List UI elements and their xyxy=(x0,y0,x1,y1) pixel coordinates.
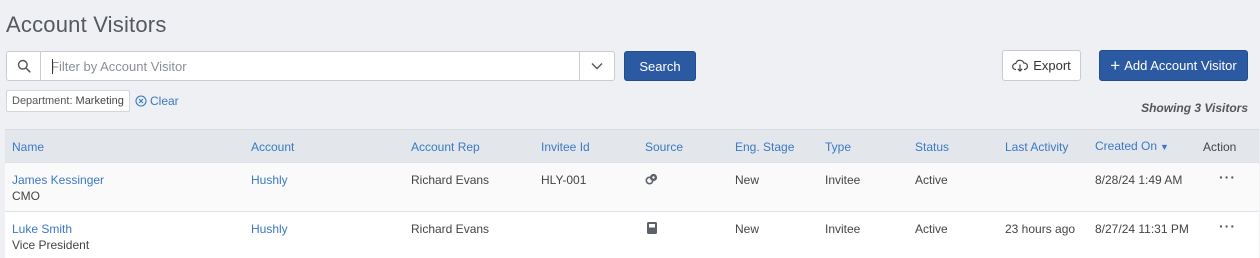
visitor-name-link[interactable]: James Kessinger xyxy=(12,173,104,187)
column-header-account[interactable]: Account xyxy=(251,140,294,154)
status: Active xyxy=(915,173,948,187)
chevron-down-icon xyxy=(591,63,603,70)
search-dropdown-toggle[interactable] xyxy=(579,52,614,80)
column-header-name[interactable]: Name xyxy=(12,140,44,154)
integration-icon xyxy=(645,172,659,189)
form-icon xyxy=(646,221,658,238)
filter-value: Marketing xyxy=(75,95,124,107)
row-actions-button[interactable]: ··· xyxy=(1219,218,1236,234)
visitor-type: Invitee xyxy=(825,222,861,236)
column-header-eng-stage[interactable]: Eng. Stage xyxy=(735,140,794,154)
clear-label: Clear xyxy=(150,94,179,108)
column-header-type[interactable]: Type xyxy=(825,140,851,154)
account-rep: Richard Evans xyxy=(411,173,490,187)
search-icon[interactable] xyxy=(7,52,41,80)
page-title: Account Visitors xyxy=(6,12,167,37)
account-visitors-page: Account Visitors Search Export + Add Acc… xyxy=(0,0,1260,258)
eng-stage: New xyxy=(735,222,760,236)
table-header: Name Account Account Rep Invitee Id Sour… xyxy=(5,129,1259,162)
filter-chip-department: Department: Marketing xyxy=(6,90,130,112)
add-button-label: Add Account Visitor xyxy=(1124,58,1237,73)
visitor-title: CMO xyxy=(12,189,40,203)
status: Active xyxy=(915,222,948,236)
table-row: James Kessinger CMO Hushly Richard Evans… xyxy=(5,162,1259,211)
invitee-id: HLY-001 xyxy=(541,173,587,187)
search-button[interactable]: Search xyxy=(624,51,696,81)
eng-stage: New xyxy=(735,173,760,187)
sort-desc-icon: ▼ xyxy=(1160,142,1169,152)
column-header-account-rep[interactable]: Account Rep xyxy=(411,140,480,154)
cloud-download-icon xyxy=(1012,59,1029,72)
export-button[interactable]: Export xyxy=(1002,50,1081,81)
plus-icon: + xyxy=(1110,56,1121,75)
visitor-title: Vice President xyxy=(12,238,90,252)
search-input[interactable] xyxy=(41,52,579,80)
column-header-last-activity[interactable]: Last Activity xyxy=(1005,140,1068,154)
export-label: Export xyxy=(1033,58,1071,73)
row-actions-button[interactable]: ··· xyxy=(1219,169,1236,185)
account-link[interactable]: Hushly xyxy=(251,173,288,187)
visitor-name-link[interactable]: Luke Smith xyxy=(12,222,72,236)
column-header-action: Action xyxy=(1203,140,1237,154)
add-account-visitor-button[interactable]: + Add Account Visitor xyxy=(1099,50,1248,81)
account-rep: Richard Evans xyxy=(411,222,490,236)
table-row: Luke Smith Vice President Hushly Richard… xyxy=(5,211,1259,258)
visitors-table: Name Account Account Rep Invitee Id Sour… xyxy=(5,129,1259,258)
account-link[interactable]: Hushly xyxy=(251,222,288,236)
column-header-source[interactable]: Source xyxy=(645,140,683,154)
text-caret xyxy=(52,59,53,74)
column-header-invitee-id[interactable]: Invitee Id xyxy=(541,140,590,154)
clear-filter-link[interactable]: Clear xyxy=(135,94,179,108)
created-on: 8/28/24 1:49 AM xyxy=(1095,173,1183,187)
created-on: 8/27/24 11:31 PM xyxy=(1095,222,1189,236)
result-count: Showing 3 Visitors xyxy=(1141,101,1248,115)
last-activity: 23 hours ago xyxy=(1005,222,1076,236)
filter-key: Department: xyxy=(12,95,73,107)
visitor-type: Invitee xyxy=(825,173,861,187)
clear-circle-icon xyxy=(135,95,147,107)
created-on-label: Created On xyxy=(1095,139,1158,153)
column-header-created-on[interactable]: Created On ▼ xyxy=(1095,139,1169,153)
column-header-status[interactable]: Status xyxy=(915,140,949,154)
search-box xyxy=(6,51,615,81)
